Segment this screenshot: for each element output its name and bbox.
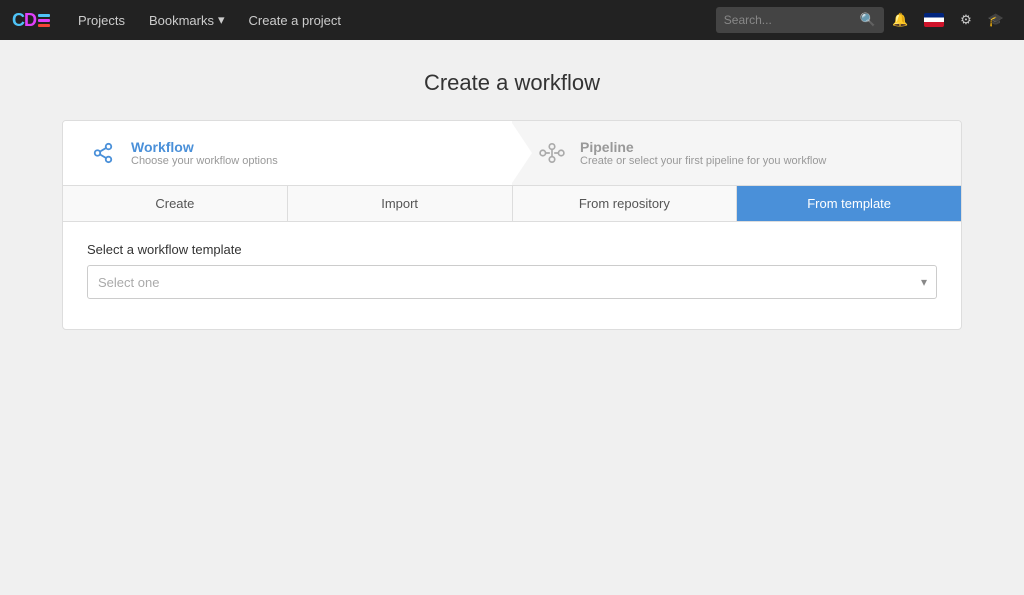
- logo-bars: [38, 14, 50, 27]
- navbar: CD Projects Bookmarks ▾ Create a project…: [0, 0, 1024, 40]
- wizard-card: Workflow Choose your workflow options: [62, 120, 962, 330]
- page-content: Create a workflow Workflow Choose you: [0, 40, 1024, 360]
- settings-icon[interactable]: ⚙: [952, 0, 980, 40]
- wizard-step-workflow[interactable]: Workflow Choose your workflow options: [63, 121, 512, 185]
- tab-bar: Create Import From repository From templ…: [63, 186, 961, 222]
- pipeline-step-name: Pipeline: [580, 139, 826, 155]
- logo-bar-1: [38, 14, 50, 17]
- logo: CD: [12, 10, 50, 31]
- tab-from-template[interactable]: From template: [737, 186, 961, 221]
- cap-icon[interactable]: 🎓: [980, 0, 1012, 40]
- tab-import[interactable]: Import: [288, 186, 513, 221]
- template-select[interactable]: Select one: [87, 265, 937, 299]
- nav-bookmarks[interactable]: Bookmarks ▾: [137, 0, 237, 40]
- tab-create[interactable]: Create: [63, 186, 288, 221]
- logo-bar-2: [38, 19, 50, 22]
- search-bar[interactable]: 🔍: [716, 7, 884, 33]
- workflow-share-icon: [87, 137, 119, 169]
- nav-projects[interactable]: Projects: [66, 0, 137, 40]
- template-select-label: Select a workflow template: [87, 242, 937, 257]
- workflow-step-desc: Choose your workflow options: [131, 155, 278, 167]
- form-section: Select a workflow template Select one ▾: [63, 222, 961, 329]
- search-icon[interactable]: 🔍: [860, 12, 876, 28]
- flag-icon[interactable]: [916, 0, 952, 40]
- logo-bar-3: [38, 24, 50, 27]
- pipeline-step-desc: Create or select your first pipeline for…: [580, 155, 826, 167]
- tab-from-repository[interactable]: From repository: [513, 186, 738, 221]
- template-select-wrapper: Select one ▾: [87, 265, 937, 299]
- bell-icon[interactable]: 🔔: [884, 0, 916, 40]
- search-input[interactable]: [724, 13, 854, 27]
- pipeline-icon: [536, 137, 568, 169]
- nav-create-project[interactable]: Create a project: [237, 0, 354, 40]
- logo-c: C: [12, 10, 24, 30]
- wizard-steps: Workflow Choose your workflow options: [63, 121, 961, 186]
- wizard-step-pipeline[interactable]: Pipeline Create or select your first pip…: [512, 121, 961, 185]
- logo-d: D: [24, 10, 36, 30]
- page-title: Create a workflow: [20, 70, 1004, 96]
- chevron-down-icon: ▾: [218, 12, 225, 28]
- workflow-step-name: Workflow: [131, 139, 278, 155]
